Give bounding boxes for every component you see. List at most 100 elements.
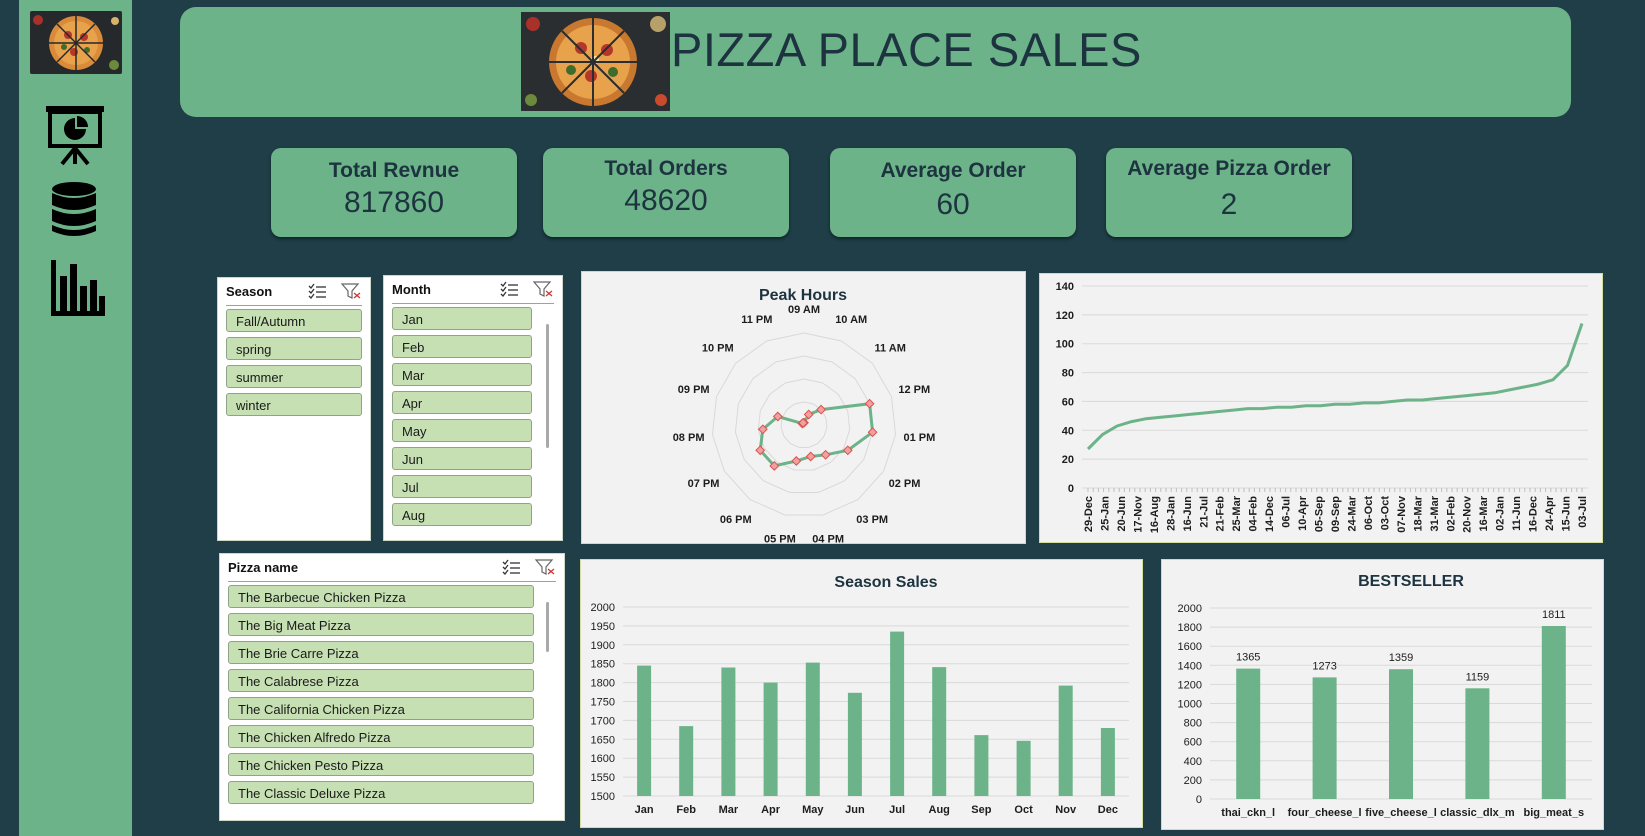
bar <box>974 735 989 796</box>
y-tick-label: 60 <box>1062 396 1074 408</box>
season-slicer[interactable]: Season Fall/Autumn spring summer winter <box>217 277 371 541</box>
radar-axis-label: 11 AM <box>875 342 906 354</box>
bar <box>721 667 736 796</box>
x-tick-label: 20-Jun <box>1116 496 1128 532</box>
presentation-chart-icon[interactable] <box>44 104 106 171</box>
y-tick-label: 40 <box>1062 425 1074 437</box>
slicer-item-season[interactable]: Fall/Autumn <box>226 309 362 332</box>
slicer-item-pizza[interactable]: The Big Meat Pizza <box>228 613 534 636</box>
radar-axis-label: 01 PM <box>904 432 936 444</box>
y-tick-label: 140 <box>1056 281 1074 293</box>
y-tick-label: 800 <box>1184 718 1202 730</box>
radar-axis-label: 08 PM <box>673 432 705 444</box>
bar <box>932 667 947 796</box>
slicer-item-pizza[interactable]: The Chicken Pesto Pizza <box>228 753 534 776</box>
database-icon[interactable] <box>49 181 99 244</box>
radar-axis-label: 09 PM <box>678 384 710 396</box>
radar-axis-label: 06 PM <box>720 514 752 526</box>
radar-chart-svg: Peak Hours09 AM 10 AM 11 AM 12 PM 01 PM 02 PM… <box>673 287 936 544</box>
slicer-item-pizza[interactable]: The Brie Carre Pizza <box>228 641 534 664</box>
kpi-average-order: Average Order 60 <box>830 148 1076 237</box>
slicer-item-pizza[interactable]: The Classic Deluxe Pizza <box>228 781 534 804</box>
x-tick-label: Jun <box>845 804 865 816</box>
x-tick-label: 02-Jan <box>1495 496 1507 531</box>
data-label: 1159 <box>1466 671 1490 683</box>
slicer-item-month[interactable]: Feb <box>392 335 532 358</box>
clear-filter-icon[interactable] <box>534 559 555 575</box>
slicer-item-season[interactable]: spring <box>226 337 362 360</box>
data-label: 1273 <box>1312 660 1336 672</box>
bestseller-svg: BESTSELLER 0 200 400 600 800 1000 1200 1400 1600 1… <box>1178 573 1592 819</box>
x-tick-label: 28-Jan <box>1165 496 1177 531</box>
y-tick-label: 1200 <box>1178 679 1202 691</box>
x-tick-label: Nov <box>1055 804 1077 816</box>
slicer-item-season[interactable]: summer <box>226 365 362 388</box>
y-tick-label: 1800 <box>591 678 615 690</box>
slicer-item-season[interactable]: winter <box>226 393 362 416</box>
kpi-value: 2 <box>1220 188 1238 221</box>
bar <box>1389 669 1413 799</box>
slicer-item-pizza[interactable]: The Barbecue Chicken Pizza <box>228 585 534 608</box>
y-tick-label: 2000 <box>1178 603 1202 615</box>
chart-title: Season Sales <box>834 574 937 591</box>
pizza-thumbnail[interactable] <box>30 11 122 74</box>
radar-data-point <box>864 398 875 409</box>
slicer-scrollbar[interactable] <box>546 324 549 448</box>
slicer-item-month[interactable]: Jun <box>392 447 532 470</box>
clear-filter-icon[interactable] <box>532 281 553 297</box>
slicer-item-month[interactable]: Mar <box>392 363 532 386</box>
x-tick-label: 29-Dec <box>1083 496 1095 532</box>
slicer-item-month[interactable]: May <box>392 419 532 442</box>
y-tick-label: 1700 <box>591 715 615 727</box>
slicer-item-month[interactable]: Jul <box>392 475 532 498</box>
y-tick-label: 2000 <box>591 602 615 614</box>
y-tick-label: 80 <box>1062 368 1074 380</box>
bar <box>1058 685 1073 796</box>
x-tick-label: 14-Dec <box>1264 496 1276 532</box>
multi-select-icon[interactable] <box>502 559 520 575</box>
slicer-scrollbar[interactable] <box>546 602 549 652</box>
x-tick-label: 06-Jul <box>1281 496 1293 528</box>
radar-data-point <box>816 404 827 415</box>
slicer-item-month[interactable]: Apr <box>392 391 532 414</box>
multi-select-icon[interactable] <box>308 283 326 299</box>
slicer-item-pizza[interactable]: The Calabrese Pizza <box>228 669 534 692</box>
y-tick-label: 100 <box>1056 339 1074 351</box>
y-tick-label: 1750 <box>591 697 615 709</box>
chart-title: BESTSELLER <box>1358 573 1464 590</box>
kpi-value: 817860 <box>343 186 445 219</box>
slicer-header: Pizza name <box>228 554 556 582</box>
radar-axis-label: 05 PM <box>764 534 796 544</box>
radar-axis-label: 11 PM <box>741 314 772 326</box>
bar <box>1465 688 1490 799</box>
slicer-item-month[interactable]: Aug <box>392 503 532 526</box>
slicer-item-pizza[interactable]: The California Chicken Pizza <box>228 697 534 720</box>
x-tick-label: thai_ckn_l <box>1221 807 1275 819</box>
line-chart-svg: 0 20 40 60 80 100 120 140 29-Dec 25-Jan 20-Jun 17-N… <box>1056 281 1589 533</box>
x-tick-label: Jan <box>635 804 654 816</box>
bar <box>1016 740 1031 796</box>
month-slicer[interactable]: Month Jan Feb Mar Apr May Jun Jul Aug <box>383 275 563 541</box>
bar <box>847 692 862 796</box>
y-tick-label: 20 <box>1062 454 1074 466</box>
x-tick-label: 24-Apr <box>1544 495 1556 531</box>
y-tick-label: 1550 <box>591 772 615 784</box>
pizza-name-slicer[interactable]: Pizza name The Barbecue Chicken Pizza Th… <box>219 553 565 821</box>
x-tick-label: four_cheese_l <box>1288 807 1362 819</box>
bar-chart-icon[interactable] <box>51 260 105 321</box>
slicer-item-month[interactable]: Jan <box>392 307 532 330</box>
y-tick-label: 1900 <box>591 640 615 652</box>
multi-select-icon[interactable] <box>500 281 518 297</box>
radar-data-point <box>791 456 802 466</box>
y-tick-label: 0 <box>1068 483 1074 495</box>
x-tick-label: 06-Oct <box>1363 496 1375 531</box>
clear-filter-icon[interactable] <box>340 283 361 299</box>
slicer-item-pizza[interactable]: The Chicken Alfredo Pizza <box>228 725 534 748</box>
bar <box>1312 677 1337 799</box>
sidebar <box>19 0 132 836</box>
x-tick-label: 04-Feb <box>1248 496 1260 532</box>
x-tick-label: 24-Mar <box>1347 495 1359 531</box>
y-tick-label: 0 <box>1196 794 1202 806</box>
slicer-title: Season <box>226 284 273 299</box>
bar <box>805 662 820 796</box>
